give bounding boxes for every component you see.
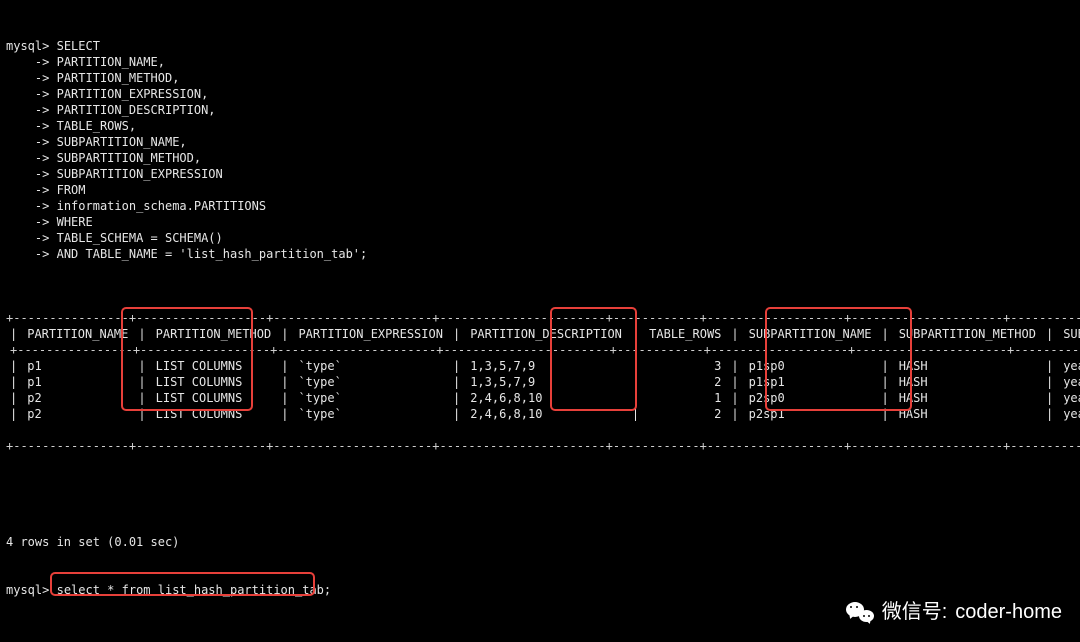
cont-prompt: -> — [35, 119, 49, 133]
sql-line: AND TABLE_NAME = 'list_hash_partition_ta… — [57, 247, 368, 261]
table-border: +----------------+------------------+---… — [6, 439, 1080, 453]
cont-prompt: -> — [35, 135, 49, 149]
table-border: +----------------+------------------+---… — [6, 342, 1080, 358]
cont-prompt: -> — [35, 231, 49, 245]
sql-line: SUBPARTITION_EXPRESSION — [57, 167, 223, 181]
table-row: |p1|LIST COLUMNS|`type`|1,3,5,7,9|3|p1sp… — [6, 358, 1080, 374]
cont-prompt: -> — [35, 71, 49, 85]
table-border: +----------------+------------------+---… — [6, 311, 1080, 325]
table-row: |p1|LIST COLUMNS|`type`|1,3,5,7,9|2|p1sp… — [6, 374, 1080, 390]
table-header-row: |PARTITION_NAME |PARTITION_METHOD |PARTI… — [6, 326, 1080, 342]
col-header: PARTITION_DESCRIPTION — [466, 326, 628, 342]
sql-line: PARTITION_METHOD, — [57, 71, 180, 85]
sql-line: PARTITION_NAME, — [57, 55, 165, 69]
cont-prompt: -> — [35, 215, 49, 229]
sql-query-block: mysql> SELECT -> PARTITION_NAME, -> PART… — [6, 22, 1074, 262]
sql-line: TABLE_SCHEMA = SCHEMA() — [57, 231, 223, 245]
prompt: mysql> — [6, 583, 49, 597]
col-header: PARTITION_EXPRESSION — [294, 326, 449, 342]
cont-prompt: -> — [35, 55, 49, 69]
sql-line: SELECT — [57, 39, 100, 53]
sql-line: WHERE — [57, 215, 93, 229]
terminal[interactable]: mysql> SELECT -> PARTITION_NAME, -> PART… — [0, 0, 1080, 642]
cont-prompt: -> — [35, 183, 49, 197]
cont-prompt: -> — [35, 103, 49, 117]
sql-line: information_schema.PARTITIONS — [57, 199, 267, 213]
sql-line: SUBPARTITION_METHOD, — [57, 151, 202, 165]
sql-line: FROM — [57, 183, 86, 197]
sql-line: PARTITION_EXPRESSION, — [57, 87, 209, 101]
cont-prompt: -> — [35, 167, 49, 181]
partitions-table-wrap: +----------------+------------------+---… — [6, 294, 1074, 518]
watermark: 微信号: coder-home — [846, 600, 1062, 624]
table-row: |p2|LIST COLUMNS|`type`|2,4,6,8,10|2|p2s… — [6, 406, 1080, 422]
col-header: PARTITION_NAME — [23, 326, 134, 342]
sql-line: select * from list_hash_partition_tab; — [57, 583, 332, 597]
sql-line: PARTITION_DESCRIPTION, — [57, 103, 216, 117]
watermark-value: coder-home — [955, 604, 1062, 620]
sql-line: TABLE_ROWS, — [57, 119, 136, 133]
partitions-table: |PARTITION_NAME |PARTITION_METHOD |PARTI… — [6, 326, 1080, 422]
col-header: SUBPARTITION_NAME — [745, 326, 878, 342]
cont-prompt: -> — [35, 199, 49, 213]
cont-prompt: -> — [35, 151, 49, 165]
cont-prompt: -> — [35, 247, 49, 261]
cont-prompt: -> — [35, 87, 49, 101]
col-header: SUBPARTITION_METHOD — [895, 326, 1042, 342]
result-status: 4 rows in set (0.01 sec) — [6, 535, 179, 549]
table-row: |p2|LIST COLUMNS|`type`|2,4,6,8,10|1|p2s… — [6, 390, 1080, 406]
sql-line: SUBPARTITION_NAME, — [57, 135, 187, 149]
col-header: TABLE_ROWS — [645, 326, 727, 342]
col-header: PARTITION_METHOD — [152, 326, 278, 342]
col-header: SUBPARTITION_EXPRESSION — [1059, 326, 1080, 342]
wechat-icon — [846, 600, 874, 624]
watermark-label: 微信号: — [882, 604, 948, 620]
prompt: mysql> — [6, 39, 49, 53]
